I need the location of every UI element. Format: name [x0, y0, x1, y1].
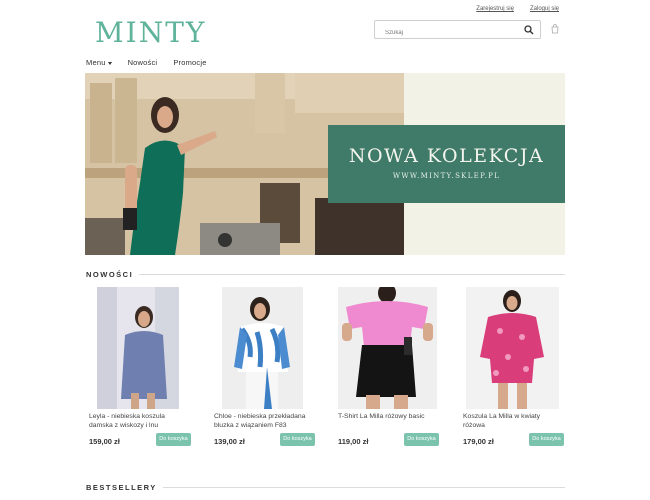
product-name[interactable]: Chloe - niebieska przekładana bluzka z w…: [214, 412, 314, 430]
hero-subtitle: WWW.MINTY.SKLEP.PL: [392, 172, 501, 180]
cart-icon[interactable]: [550, 24, 560, 34]
search-icon[interactable]: [524, 25, 534, 35]
section-bestsellers-heading: BESTSELLERY: [86, 483, 565, 492]
login-link[interactable]: Zaloguj się: [530, 6, 559, 12]
product-price: 159,00 zł: [89, 437, 120, 446]
product-name[interactable]: Leyla - niebieska koszula damska z wisko…: [89, 412, 189, 430]
product-price: 119,00 zł: [338, 437, 369, 446]
add-to-cart-button[interactable]: Do koszyka: [529, 433, 564, 446]
section-new-title: NOWOŚCI: [86, 270, 134, 279]
product-name[interactable]: Koszula La Milla w kwiaty różowa: [463, 412, 563, 430]
product-price: 139,00 zł: [214, 437, 245, 446]
search-box: [374, 20, 541, 42]
account-links: Zarejestruj się Zaloguj się: [476, 6, 559, 12]
divider: [139, 274, 565, 275]
product-image[interactable]: [466, 287, 559, 409]
hero-panel: NOWA KOLEKCJA WWW.MINTY.SKLEP.PL: [328, 125, 565, 203]
nav-new[interactable]: Nowości: [128, 58, 158, 67]
section-bestsellers-title: BESTSELLERY: [86, 483, 157, 492]
product-price: 179,00 zł: [463, 437, 494, 446]
section-new-heading: NOWOŚCI: [86, 270, 565, 279]
divider: [162, 487, 565, 488]
hero-banner[interactable]: NOWA KOLEKCJA WWW.MINTY.SKLEP.PL: [85, 73, 565, 255]
product-name[interactable]: T-Shirt La Milla różowy basic: [338, 412, 438, 430]
hero-title: NOWA KOLEKCJA: [348, 145, 545, 167]
nav-promo[interactable]: Promocje: [173, 58, 206, 67]
nav-menu-label: Menu: [86, 58, 106, 67]
register-link[interactable]: Zarejestruj się: [476, 6, 514, 12]
product-image[interactable]: [97, 287, 179, 409]
nav-menu[interactable]: Menu: [86, 58, 112, 67]
product-image[interactable]: [222, 287, 303, 409]
product-image[interactable]: [338, 287, 437, 409]
chevron-down-icon: [107, 61, 112, 65]
search-input[interactable]: [375, 24, 515, 42]
add-to-cart-button[interactable]: Do koszyka: [280, 433, 315, 446]
add-to-cart-button[interactable]: Do koszyka: [404, 433, 439, 446]
add-to-cart-button[interactable]: Do koszyka: [156, 433, 191, 446]
site-logo[interactable]: MINTY: [95, 16, 206, 49]
main-nav: Menu Nowości Promocje: [86, 58, 207, 67]
